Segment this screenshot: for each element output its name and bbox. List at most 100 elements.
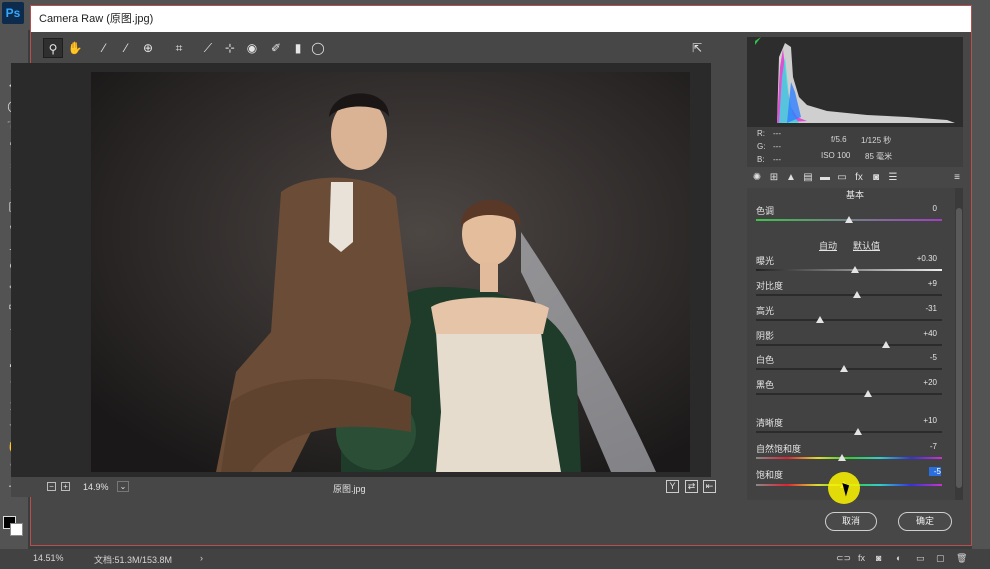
whites-slider[interactable] bbox=[756, 368, 942, 370]
shadows-slider-thumb[interactable] bbox=[882, 341, 891, 348]
g-value: --- bbox=[773, 142, 781, 151]
exposure-slider-thumb[interactable] bbox=[850, 266, 859, 273]
straighten-icon[interactable]: ⟋ bbox=[198, 38, 218, 58]
layer-fx-icon[interactable]: fx bbox=[858, 553, 865, 563]
whites-value[interactable]: -5 bbox=[897, 353, 937, 362]
tab-split-toning-icon[interactable]: ▬ bbox=[818, 171, 832, 185]
contrast-slider-thumb[interactable] bbox=[853, 291, 862, 298]
tab-detail-icon[interactable]: ▲ bbox=[784, 171, 798, 185]
gradient-filter-icon[interactable]: ▮ bbox=[288, 38, 308, 58]
tint-label: 色调 bbox=[756, 206, 775, 216]
swap-icon[interactable]: ⇄ bbox=[685, 480, 698, 493]
auto-button[interactable]: 自动 bbox=[819, 239, 837, 252]
aperture: f/5.6 bbox=[831, 135, 847, 144]
shadows-slider[interactable] bbox=[756, 344, 942, 346]
target-adjust-icon[interactable]: ⊕ bbox=[138, 38, 158, 58]
background-color-swatch[interactable] bbox=[10, 523, 23, 536]
ps-status-arrow-icon[interactable]: › bbox=[200, 553, 203, 563]
tab-lens-icon[interactable]: ▭ bbox=[835, 171, 849, 185]
clarity-value[interactable]: +10 bbox=[897, 416, 937, 425]
file-name: 原图.jpg bbox=[333, 484, 366, 494]
vibrance-slider-thumb[interactable] bbox=[838, 454, 847, 461]
ps-statusbar: 14.51% 文档:51.3M/153.8M › ⊂⊃ fx ◙ ◐ ▭ ▢ 🗑 bbox=[0, 549, 990, 569]
blacks-slider[interactable] bbox=[756, 393, 942, 395]
radial-filter-icon[interactable]: ◯ bbox=[308, 38, 328, 58]
shadows-value[interactable]: +40 bbox=[897, 329, 937, 338]
hand-icon[interactable]: ✋ bbox=[65, 38, 85, 58]
exposure-value[interactable]: +0.30 bbox=[897, 254, 937, 263]
ps-zoom-level[interactable]: 14.51% bbox=[33, 553, 64, 563]
highlights-value[interactable]: -31 bbox=[897, 304, 937, 313]
adjustment-layer-icon[interactable]: ◐ bbox=[896, 553, 901, 563]
blacks-value[interactable]: +20 bbox=[897, 378, 937, 387]
zoom-out-button[interactable]: − bbox=[47, 482, 56, 491]
histogram bbox=[747, 37, 963, 127]
ps-right-panel bbox=[972, 30, 990, 550]
exposure-slider[interactable] bbox=[756, 269, 942, 271]
tab-effects-icon[interactable]: fx bbox=[852, 171, 866, 185]
new-group-icon[interactable]: ▭ bbox=[916, 553, 925, 564]
cancel-button[interactable]: 取消 bbox=[825, 512, 877, 531]
default-button[interactable]: 默认值 bbox=[853, 239, 880, 252]
highlights-slider[interactable] bbox=[756, 319, 942, 321]
zoom-icon[interactable]: ⚲ bbox=[43, 38, 63, 58]
r-value: --- bbox=[773, 129, 781, 138]
tab-basic-icon[interactable]: ✺ bbox=[750, 171, 764, 185]
scroll-thumb[interactable] bbox=[956, 208, 962, 488]
ps-logo: Ps bbox=[2, 2, 24, 24]
white-balance-icon[interactable]: ⁄ bbox=[94, 38, 114, 58]
whites-label: 白色 bbox=[756, 355, 775, 365]
contrast-slider[interactable] bbox=[756, 294, 942, 296]
copy-settings-icon[interactable]: ⇤ bbox=[703, 480, 716, 493]
contrast-value[interactable]: +9 bbox=[897, 279, 937, 288]
panel-menu-icon[interactable]: ≡ bbox=[950, 171, 964, 185]
blacks-slider-thumb[interactable] bbox=[863, 390, 872, 397]
g-label: G: bbox=[757, 142, 766, 151]
before-after-y-icon[interactable]: Y bbox=[666, 480, 679, 493]
tab-presets-icon[interactable]: ☰ bbox=[886, 171, 900, 185]
link-layers-icon[interactable]: ⊂⊃ bbox=[836, 553, 851, 564]
red-eye-icon[interactable]: ◉ bbox=[242, 38, 262, 58]
vibrance-value[interactable]: -7 bbox=[897, 442, 937, 451]
vibrance-label: 自然饱和度 bbox=[756, 444, 802, 454]
dialog-title: Camera Raw (原图.jpg) bbox=[31, 6, 971, 32]
new-layer-icon[interactable]: ▢ bbox=[936, 553, 945, 564]
color-sampler-icon[interactable]: ⁄ bbox=[116, 38, 136, 58]
tint-value[interactable]: 0 bbox=[897, 204, 937, 213]
zoom-dropdown-icon[interactable]: ⌄ bbox=[117, 481, 129, 492]
panel-title: 基本 bbox=[845, 190, 864, 200]
vibrance-slider[interactable] bbox=[756, 457, 942, 459]
spot-removal-icon[interactable]: ⊹ bbox=[220, 38, 240, 58]
panel-scrollbar[interactable] bbox=[955, 188, 963, 500]
zoom-level[interactable]: 14.9% bbox=[83, 482, 109, 492]
tab-tone-curve-icon[interactable]: ⊞ bbox=[767, 171, 781, 185]
tab-camera-calibration-icon[interactable]: ◙ bbox=[869, 171, 883, 185]
highlights-slider-thumb[interactable] bbox=[816, 316, 825, 323]
b-value: --- bbox=[773, 155, 781, 164]
zoom-in-button[interactable]: + bbox=[61, 482, 70, 491]
layer-mask-icon[interactable]: ◙ bbox=[876, 553, 881, 563]
saturation-value[interactable]: -5 bbox=[929, 467, 941, 476]
shadow-clip-warning-icon bbox=[755, 37, 761, 45]
workspace: Ps ✥ ◯ ➰ ✎ ⌗ ⁄ ▣ ✐ ⊥ ↺ ◇ ▭ ▲ ● ✒ T ➤ ☆ ✋… bbox=[0, 0, 990, 569]
delete-layer-icon[interactable]: 🗑 bbox=[956, 553, 967, 564]
brush-icon[interactable]: ✐ bbox=[266, 38, 286, 58]
preview-photo[interactable] bbox=[91, 72, 690, 472]
clarity-label: 清晰度 bbox=[756, 418, 784, 428]
ps-doc-size: 文档:51.3M/153.8M bbox=[94, 555, 173, 565]
exposure-label: 曝光 bbox=[756, 256, 775, 266]
clarity-slider-thumb[interactable] bbox=[854, 428, 863, 435]
ok-button[interactable]: 确定 bbox=[898, 512, 952, 531]
tint-slider-thumb[interactable] bbox=[845, 216, 853, 223]
crop-icon[interactable]: ⌗ bbox=[169, 38, 189, 58]
whites-slider-thumb[interactable] bbox=[840, 365, 849, 372]
b-label: B: bbox=[757, 155, 765, 164]
exif-info: R: --- G: --- B: --- f/5.6 1/125 秒 ISO 1… bbox=[747, 127, 963, 167]
open-preferences-icon[interactable]: ⇱ bbox=[687, 38, 707, 58]
basic-panel: 基本 色调 0 自动 默认值 曝光 +0.30 对比度 +9 高光 -31 阴影… bbox=[747, 188, 963, 500]
tab-hsl-icon[interactable]: ▤ bbox=[801, 171, 815, 185]
clarity-slider[interactable] bbox=[756, 431, 942, 433]
blacks-label: 黑色 bbox=[756, 380, 775, 390]
shutter: 1/125 秒 bbox=[861, 136, 892, 145]
camera-raw-toolbar: ⚲ ✋ ⁄ ⁄ ⊕ ⌗ ⟋ ⊹ ◉ ✐ ▮ ◯ ⇱ bbox=[10, 37, 710, 59]
